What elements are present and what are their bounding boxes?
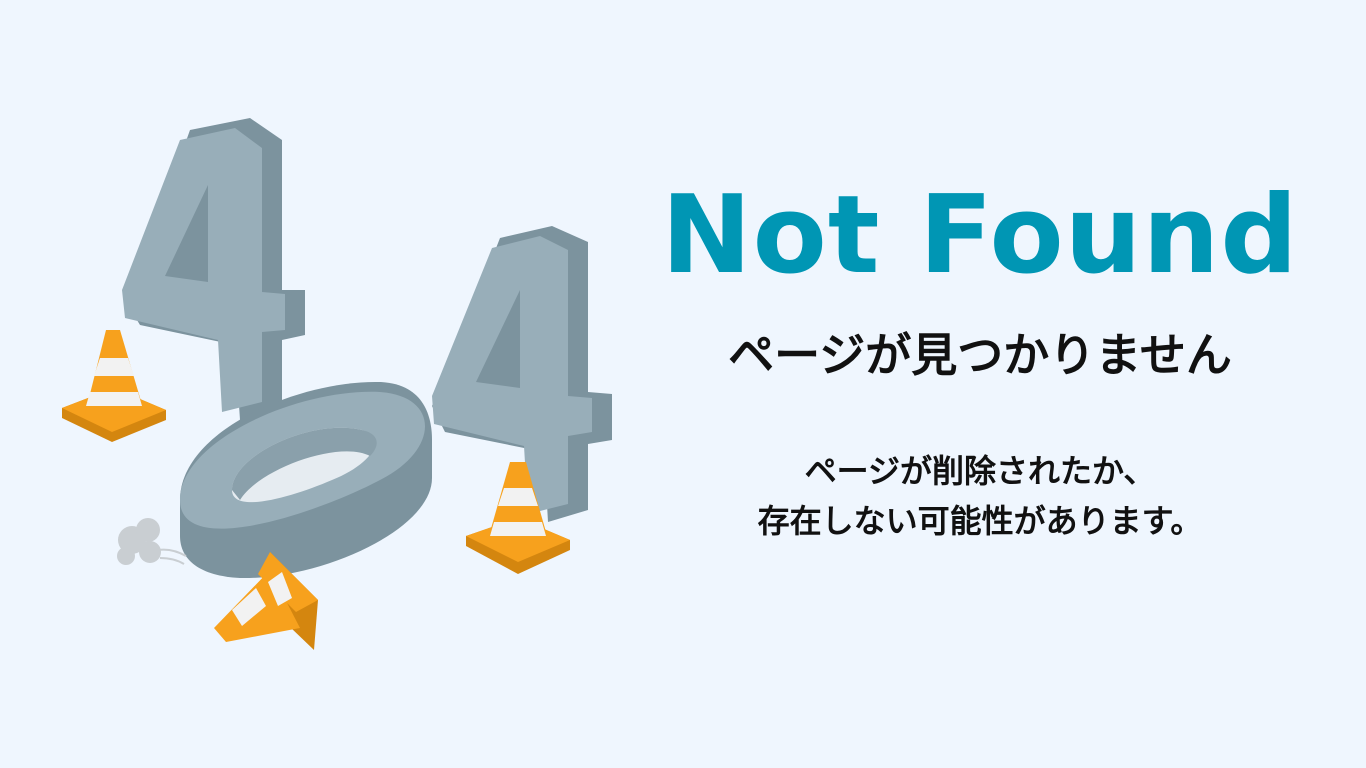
error-text-block: Not Found ページが見つかりません ページが削除されたか、 存在しない可… [640, 170, 1320, 546]
dust-cloud-icon [117, 518, 187, 565]
404-illustration [62, 118, 612, 650]
error-message-line-1: ページが削除されたか、 [804, 452, 1156, 491]
not-found-page: Not Found ページが見つかりません ページが削除されたか、 存在しない可… [0, 0, 1366, 768]
error-message-line-2: 存在しない可能性があります。 [757, 501, 1203, 540]
digit-four-left [122, 118, 305, 420]
page-subtitle: ページが見つかりません [728, 328, 1232, 382]
digit-zero [180, 381, 432, 579]
page-title: Not Found [661, 173, 1299, 298]
error-message: ページが削除されたか、 存在しない可能性があります。 [640, 447, 1320, 546]
traffic-cone-left [62, 330, 166, 442]
